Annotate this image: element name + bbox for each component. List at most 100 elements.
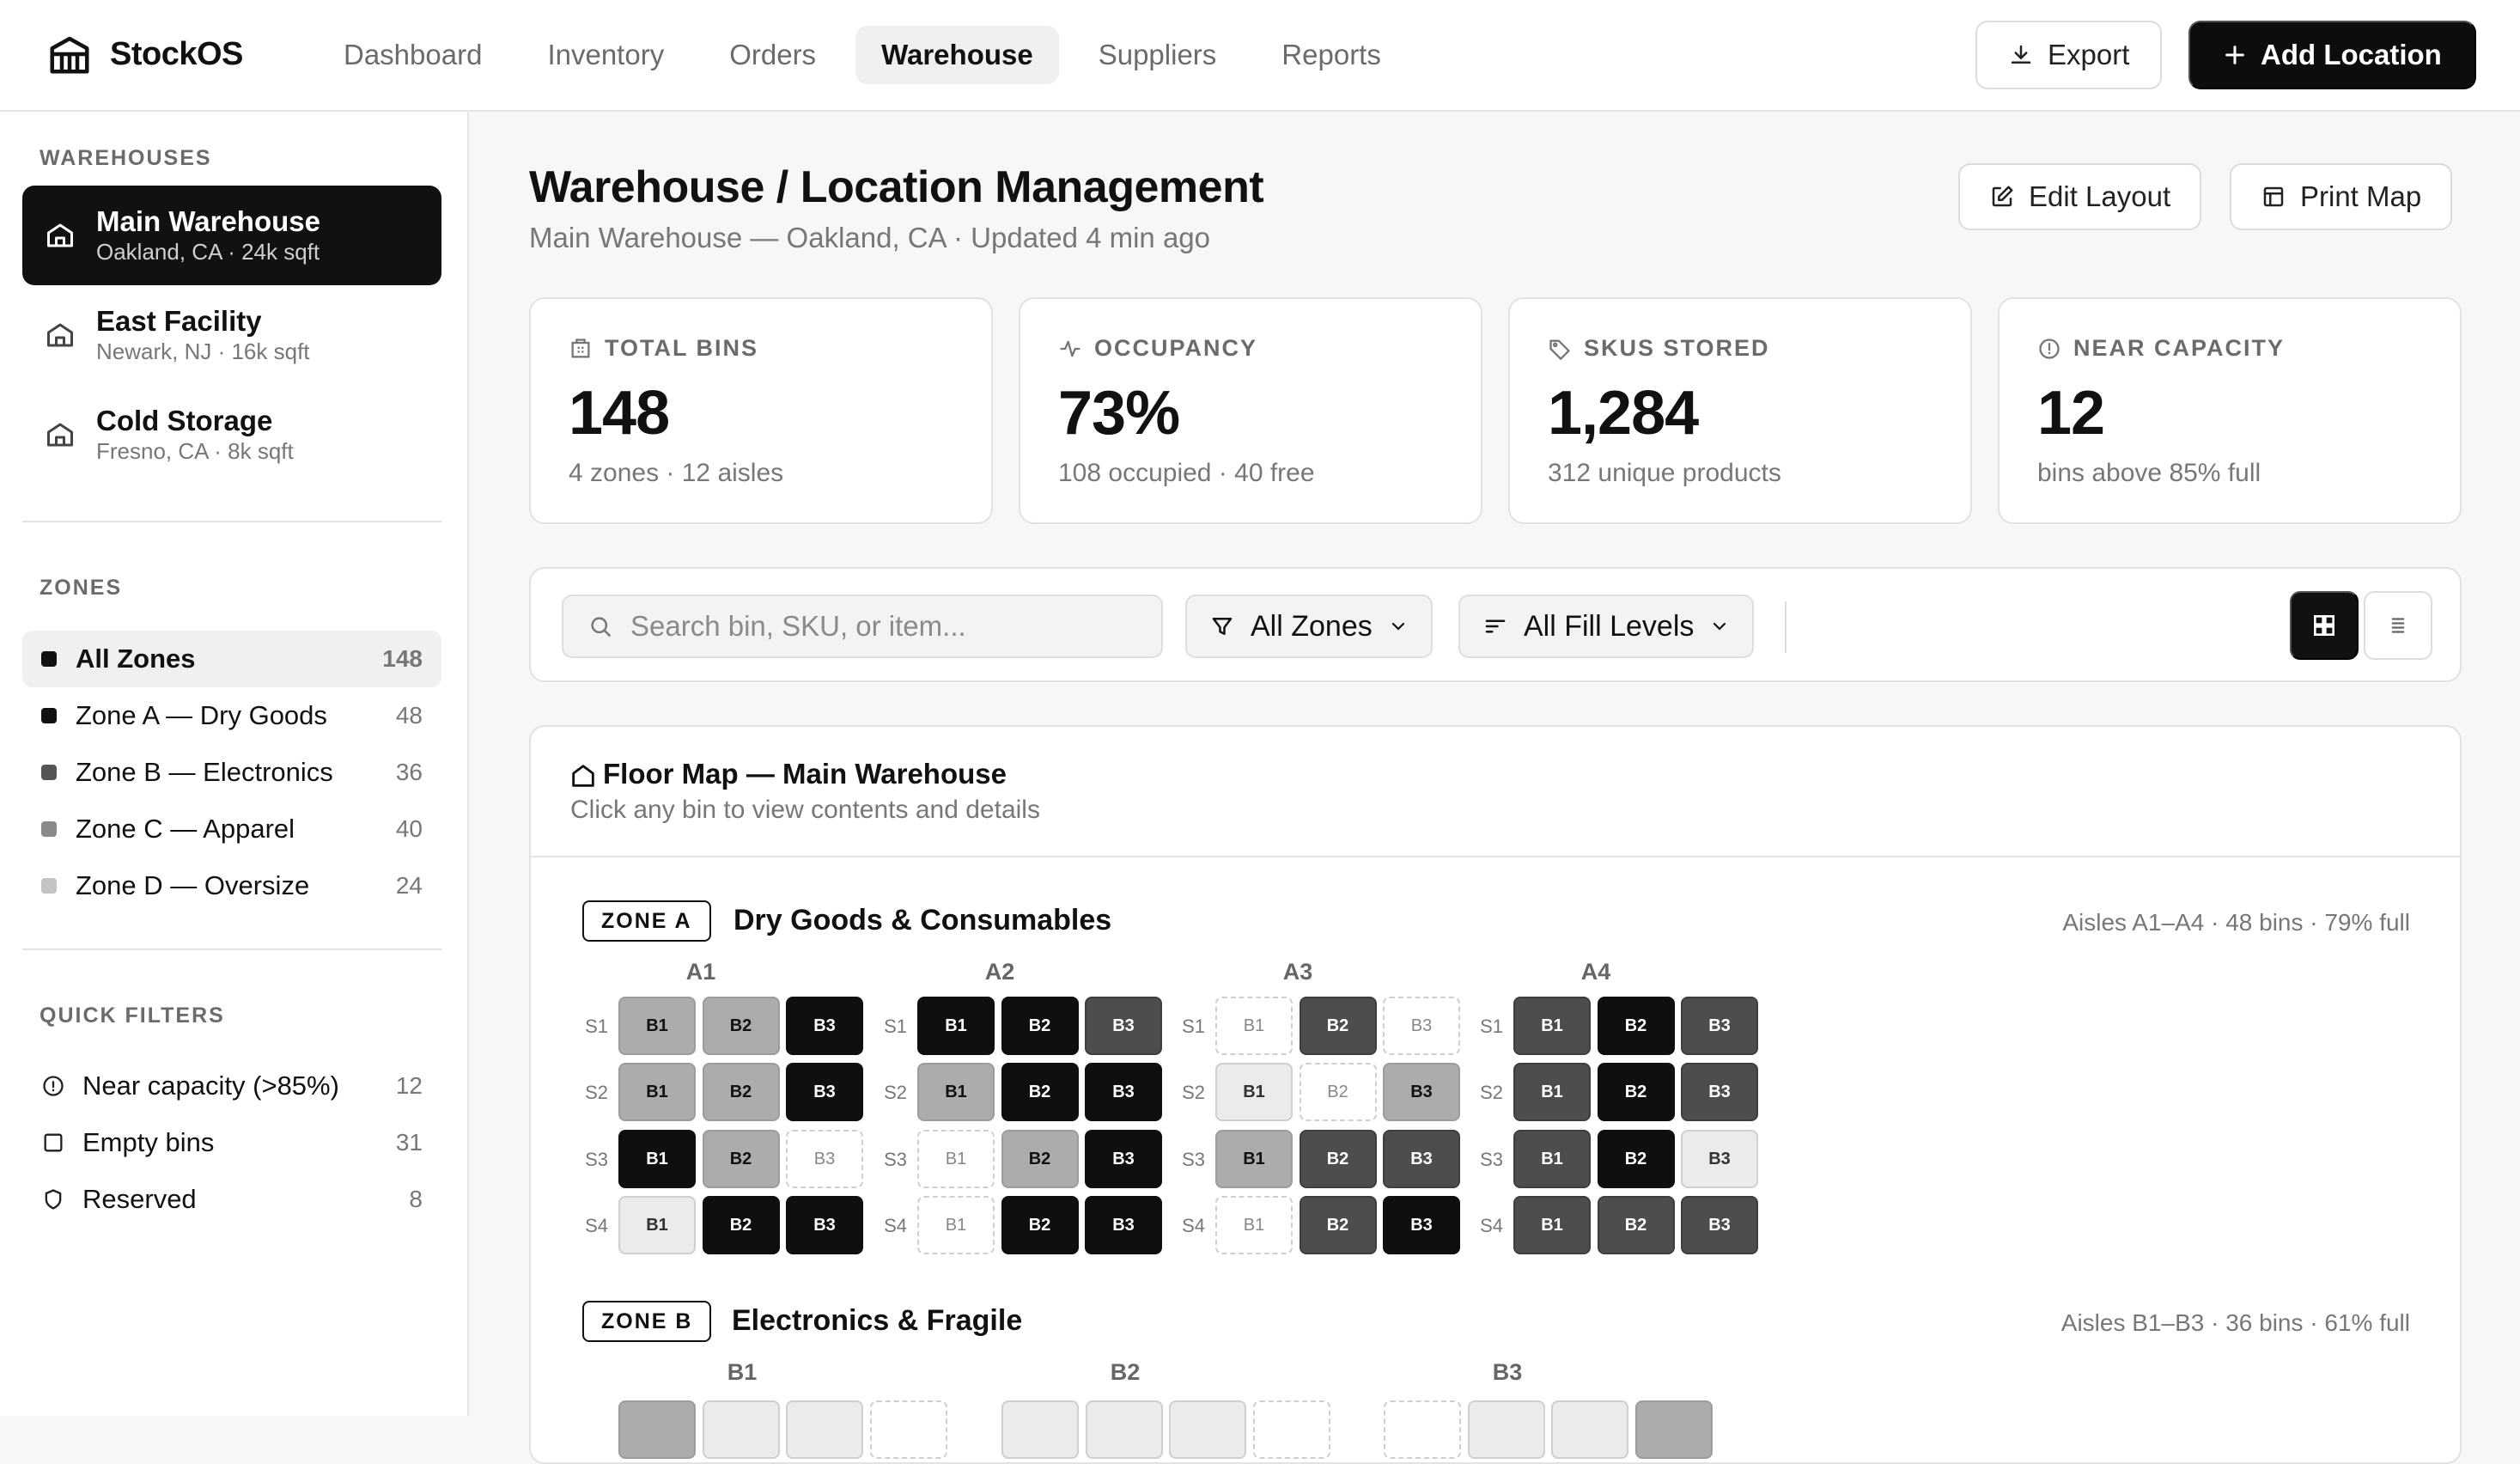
alert-circle-icon [41,1074,65,1098]
bin-A1-S3-B1[interactable]: B1 [618,1130,696,1188]
zone-count: 40 [395,815,423,842]
bin-A4-S4-B1[interactable]: B1 [1513,1196,1591,1254]
nav-orders[interactable]: Orders [703,26,842,84]
search-input[interactable] [630,610,1146,643]
bin-A3-S1-B3[interactable]: B3 [1383,997,1460,1055]
nav-dashboard[interactable]: Dashboard [318,26,508,84]
zone-filter-d[interactable]: Zone D — Oversize 24 [22,857,441,914]
quick-filter-near-capacity[interactable]: Near capacity (>85%) 12 [22,1060,441,1112]
bin-A3-S4-B3[interactable]: B3 [1383,1196,1460,1254]
bin-A3-S3-B1[interactable]: B1 [1215,1130,1293,1188]
layout-icon [2261,184,2286,210]
bin-A2-S2-B3[interactable]: B3 [1085,1063,1162,1121]
stat-label: NEAR CAPACITY [2037,335,2285,362]
bin-A1-S2-B2[interactable]: B2 [702,1063,780,1121]
bin-A1-S1-B2[interactable]: B2 [702,997,780,1055]
bin-A4-S1-B3[interactable]: B3 [1681,997,1758,1055]
brand[interactable]: StockOS [46,31,243,77]
bin-B3-S1-B3[interactable] [1551,1400,1628,1459]
shelf-label: S2 [884,1082,907,1103]
bin-A4-S3-B2[interactable]: B2 [1597,1130,1675,1188]
search-box[interactable] [562,595,1163,658]
zone-filter-a[interactable]: Zone A — Dry Goods 48 [22,687,441,744]
bin-A3-S1-B2[interactable]: B2 [1299,997,1377,1055]
bin-B2-S1-B2[interactable] [1085,1400,1163,1459]
bin-A2-S1-B3[interactable]: B3 [1085,997,1162,1055]
bin-B2-S1-B1[interactable] [1001,1400,1079,1459]
bin-A3-S1-B1[interactable]: B1 [1215,997,1293,1055]
bin-B3-S1-B4[interactable] [1634,1400,1713,1459]
bin-A2-S1-B2[interactable]: B2 [1001,997,1079,1055]
bin-A2-S4-B2[interactable]: B2 [1001,1196,1079,1254]
bin-A4-S2-B2[interactable]: B2 [1597,1063,1675,1121]
bin-A4-S4-B2[interactable]: B2 [1597,1196,1675,1254]
bin-A2-S2-B2[interactable]: B2 [1001,1063,1079,1121]
bin-A3-S2-B2[interactable]: B2 [1299,1063,1377,1121]
zone-filter-select[interactable]: All Zones [1185,595,1433,658]
nav-warehouse[interactable]: Warehouse [855,26,1059,84]
bin-B1-S1-B4[interactable] [869,1400,947,1459]
zone-filter-b[interactable]: Zone B — Electronics 36 [22,744,441,801]
nav-reports[interactable]: Reports [1256,26,1407,84]
bin-A4-S1-B2[interactable]: B2 [1597,997,1675,1055]
bin-A1-S2-B1[interactable]: B1 [618,1063,696,1121]
bin-B1-S1-B1[interactable] [618,1400,696,1459]
bin-A1-S2-B3[interactable]: B3 [786,1063,863,1121]
bin-A4-S2-B3[interactable]: B3 [1681,1063,1758,1121]
bin-A2-S3-B2[interactable]: B2 [1001,1130,1079,1188]
edit-layout-button[interactable]: Edit Layout [1958,163,2202,230]
bin-B1-S1-B2[interactable] [702,1400,780,1459]
bin-A2-S3-B1[interactable]: B1 [917,1130,995,1188]
bin-A1-S1-B1[interactable]: B1 [618,997,696,1055]
bin-B3-S1-B2[interactable] [1467,1400,1545,1459]
export-button[interactable]: Export [1975,21,2163,89]
warehouse-item-east[interactable]: East Facility Newark, NJ · 16k sqft [22,285,441,385]
sidebar-divider [22,949,441,950]
bin-A1-S4-B2[interactable]: B2 [702,1196,780,1254]
bin-A2-S1-B1[interactable]: B1 [917,997,995,1055]
bin-A3-S4-B2[interactable]: B2 [1299,1196,1377,1254]
bin-A1-S1-B3[interactable]: B3 [786,997,863,1055]
bin-A1-S3-B2[interactable]: B2 [702,1130,780,1188]
quick-filter-empty-bins[interactable]: Empty bins 31 [22,1117,441,1168]
warehouse-name: Main Warehouse [96,205,320,237]
bin-A3-S3-B3[interactable]: B3 [1383,1130,1460,1188]
bin-A2-S4-B1[interactable]: B1 [917,1196,995,1254]
bin-B1-S1-B3[interactable] [786,1400,863,1459]
bin-A2-S4-B3[interactable]: B3 [1085,1196,1162,1254]
bin-B3-S1-B1[interactable] [1384,1400,1461,1459]
zone-filter-c[interactable]: Zone C — Apparel 40 [22,801,441,857]
nav-inventory[interactable]: Inventory [521,26,690,84]
bin-A1-S4-B3[interactable]: B3 [786,1196,863,1254]
shelf-label: S1 [585,1016,608,1037]
zone-filter-all[interactable]: All Zones 148 [22,631,441,687]
bin-A3-S3-B2[interactable]: B2 [1299,1130,1377,1188]
nav-suppliers[interactable]: Suppliers [1073,26,1243,84]
bin-B2-S1-B3[interactable] [1169,1400,1246,1459]
bin-A3-S2-B3[interactable]: B3 [1383,1063,1460,1121]
warehouse-item-cold[interactable]: Cold Storage Fresno, CA · 8k sqft [22,385,441,485]
bin-A1-S3-B3[interactable]: B3 [786,1130,863,1188]
list-view-button[interactable] [2364,591,2432,660]
bin-A4-S2-B1[interactable]: B1 [1513,1063,1591,1121]
bin-A4-S1-B1[interactable]: B1 [1513,997,1591,1055]
bin-A4-S3-B3[interactable]: B3 [1681,1130,1758,1188]
warehouse-item-main[interactable]: Main Warehouse Oakland, CA · 24k sqft [22,186,441,285]
bin-A4-S3-B1[interactable]: B1 [1513,1130,1591,1188]
zone-b-name: Electronics & Fragile [732,1304,1023,1337]
bin-A4-S4-B3[interactable]: B3 [1681,1196,1758,1254]
toolbar-divider [1785,601,1787,653]
bin-A2-S3-B3[interactable]: B3 [1085,1130,1162,1188]
add-location-button[interactable]: Add Location [2188,21,2476,89]
fill-level-select[interactable]: All Fill Levels [1458,595,1755,658]
bin-A2-S2-B1[interactable]: B1 [917,1063,995,1121]
bin-A3-S2-B1[interactable]: B1 [1215,1063,1293,1121]
bin-A1-S4-B1[interactable]: B1 [618,1196,696,1254]
print-map-button[interactable]: Print Map [2230,163,2453,230]
quick-filter-reserved[interactable]: Reserved 8 [22,1174,441,1225]
bin-B2-S1-B4[interactable] [1252,1400,1330,1459]
zone-a-name: Dry Goods & Consumables [733,904,1112,936]
grid-view-button[interactable] [2290,591,2359,660]
bin-A3-S4-B1[interactable]: B1 [1215,1196,1293,1254]
filter-icon [1209,613,1235,639]
